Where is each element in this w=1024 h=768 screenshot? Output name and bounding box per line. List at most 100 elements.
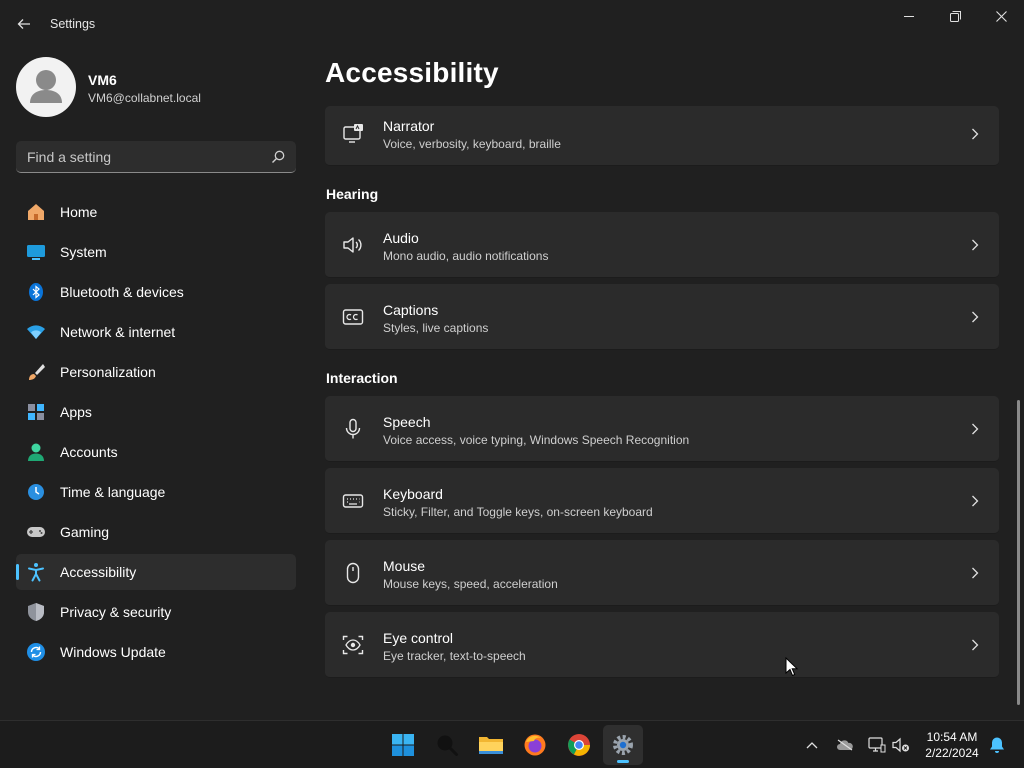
- card-subtitle: Sticky, Filter, and Toggle keys, on-scre…: [383, 505, 653, 519]
- card-title: Mouse: [383, 558, 426, 574]
- active-app-indicator: [617, 760, 629, 763]
- sidebar-item-label: Personalization: [60, 364, 156, 380]
- card-title: Audio: [383, 230, 419, 246]
- brush-icon: [26, 362, 46, 382]
- chrome-icon[interactable]: [559, 725, 599, 765]
- search-input[interactable]: [16, 141, 256, 172]
- sidebar-item-network[interactable]: Network & internet: [16, 314, 296, 350]
- sidebar-item-home[interactable]: Home: [16, 194, 296, 230]
- sidebar-nav: Home System Bluetooth & devices Network …: [16, 194, 296, 674]
- firefox-icon[interactable]: [515, 725, 555, 765]
- search-icon[interactable]: [270, 149, 286, 165]
- chevron-right-icon: [969, 126, 981, 142]
- profile-name: VM6: [88, 72, 117, 88]
- search-box[interactable]: [16, 141, 296, 173]
- settings-app-icon[interactable]: [603, 725, 643, 765]
- start-icon[interactable]: [383, 725, 423, 765]
- clock-date: 2/22/2024: [925, 746, 979, 760]
- card-subtitle: Mouse keys, speed, acceleration: [383, 577, 558, 591]
- mouse-pointer-icon: [785, 656, 799, 677]
- file-explorer-icon[interactable]: [471, 725, 511, 765]
- network-icon: [26, 322, 46, 342]
- sidebar-item-label: Windows Update: [60, 644, 166, 660]
- user-profile[interactable]: VM6 VM6@collabnet.local: [16, 57, 296, 117]
- card-title: Narrator: [383, 118, 435, 134]
- sidebar-item-gaming[interactable]: Gaming: [16, 514, 296, 550]
- speaker-icon: [342, 234, 364, 256]
- apps-icon: [26, 402, 46, 422]
- sidebar-item-label: Network & internet: [60, 324, 176, 340]
- card-subtitle: Voice access, voice typing, Windows Spee…: [383, 433, 690, 447]
- card-title: Captions: [383, 302, 439, 318]
- sidebar-item-label: System: [60, 244, 107, 260]
- sidebar-item-apps[interactable]: Apps: [16, 394, 296, 430]
- sidebar-item-windows-update[interactable]: Windows Update: [16, 634, 296, 670]
- sidebar-item-time-language[interactable]: Time & language: [16, 474, 296, 510]
- title-bar: Settings: [0, 0, 1024, 48]
- accounts-icon: [26, 442, 46, 462]
- section-heading-interaction: Interaction: [326, 370, 398, 386]
- captions-card[interactable]: Captions Styles, live captions: [325, 284, 999, 350]
- accessibility-icon: [26, 562, 46, 582]
- sidebar-item-label: Gaming: [60, 524, 110, 540]
- app-title: Settings: [50, 17, 96, 31]
- time-language-icon: [26, 482, 46, 502]
- captions-icon: [342, 306, 364, 328]
- keyboard-card[interactable]: Keyboard Sticky, Filter, and Toggle keys…: [325, 468, 999, 534]
- onedrive-icon[interactable]: [834, 734, 856, 756]
- update-icon: [26, 642, 46, 662]
- home-icon: [26, 202, 46, 222]
- chevron-right-icon: [969, 637, 981, 653]
- clock-time: 10:54 AM: [926, 730, 978, 744]
- sidebar-item-privacy-security[interactable]: Privacy & security: [16, 594, 296, 630]
- clock[interactable]: 10:54 AM 2/22/2024: [912, 729, 992, 761]
- sidebar-item-personalization[interactable]: Personalization: [16, 354, 296, 390]
- chevron-right-icon: [969, 493, 981, 509]
- card-title: Keyboard: [383, 486, 443, 502]
- eye-control-card[interactable]: Eye control Eye tracker, text-to-speech: [325, 612, 999, 678]
- sidebar-item-accessibility[interactable]: Accessibility: [16, 554, 296, 590]
- microphone-icon: [342, 418, 364, 440]
- sidebar-item-label: Apps: [60, 404, 92, 420]
- minimize-icon[interactable]: [886, 0, 932, 32]
- card-subtitle: Eye tracker, text-to-speech: [383, 649, 526, 663]
- restore-icon[interactable]: [932, 0, 978, 32]
- card-title: Eye control: [383, 630, 454, 646]
- keyboard-icon: [342, 490, 364, 512]
- profile-email: VM6@collabnet.local: [88, 91, 201, 105]
- volume-muted-icon[interactable]: [890, 734, 912, 756]
- narrator-card[interactable]: Narrator Voice, verbosity, keyboard, bra…: [325, 106, 999, 166]
- narrator-icon: [342, 123, 364, 145]
- audio-card[interactable]: Audio Mono audio, audio notifications: [325, 212, 999, 278]
- chevron-right-icon: [969, 309, 981, 325]
- avatar: [16, 57, 76, 117]
- page-title: Accessibility: [325, 57, 499, 88]
- close-icon[interactable]: [978, 0, 1024, 32]
- chevron-up-icon[interactable]: [801, 734, 823, 756]
- sidebar-item-label: Accessibility: [60, 564, 137, 580]
- card-subtitle: Styles, live captions: [383, 321, 489, 335]
- sidebar-item-label: Privacy & security: [60, 604, 172, 620]
- search-icon[interactable]: [427, 725, 467, 765]
- card-title: Speech: [383, 414, 431, 430]
- sidebar-item-label: Bluetooth & devices: [60, 284, 184, 300]
- sidebar-item-accounts[interactable]: Accounts: [16, 434, 296, 470]
- sidebar-item-label: Accounts: [60, 444, 118, 460]
- chevron-right-icon: [969, 237, 981, 253]
- taskbar: 10:54 AM 2/22/2024: [0, 720, 1024, 768]
- network-icon[interactable]: [866, 734, 888, 756]
- shield-icon: [26, 602, 46, 622]
- eye-control-icon: [342, 634, 364, 656]
- speech-card[interactable]: Speech Voice access, voice typing, Windo…: [325, 396, 999, 462]
- chevron-right-icon: [969, 421, 981, 437]
- sidebar-item-label: Time & language: [60, 484, 166, 500]
- sidebar-item-label: Home: [60, 204, 98, 220]
- mouse-card[interactable]: Mouse Mouse keys, speed, acceleration: [325, 540, 999, 606]
- sidebar-item-system[interactable]: System: [16, 234, 296, 270]
- vertical-scrollbar[interactable]: [1017, 400, 1020, 705]
- bluetooth-icon: [26, 282, 46, 302]
- sidebar-item-bluetooth[interactable]: Bluetooth & devices: [16, 274, 296, 310]
- gaming-icon: [26, 522, 46, 542]
- back-arrow-icon[interactable]: [12, 12, 36, 36]
- notification-bell-icon[interactable]: [986, 734, 1008, 756]
